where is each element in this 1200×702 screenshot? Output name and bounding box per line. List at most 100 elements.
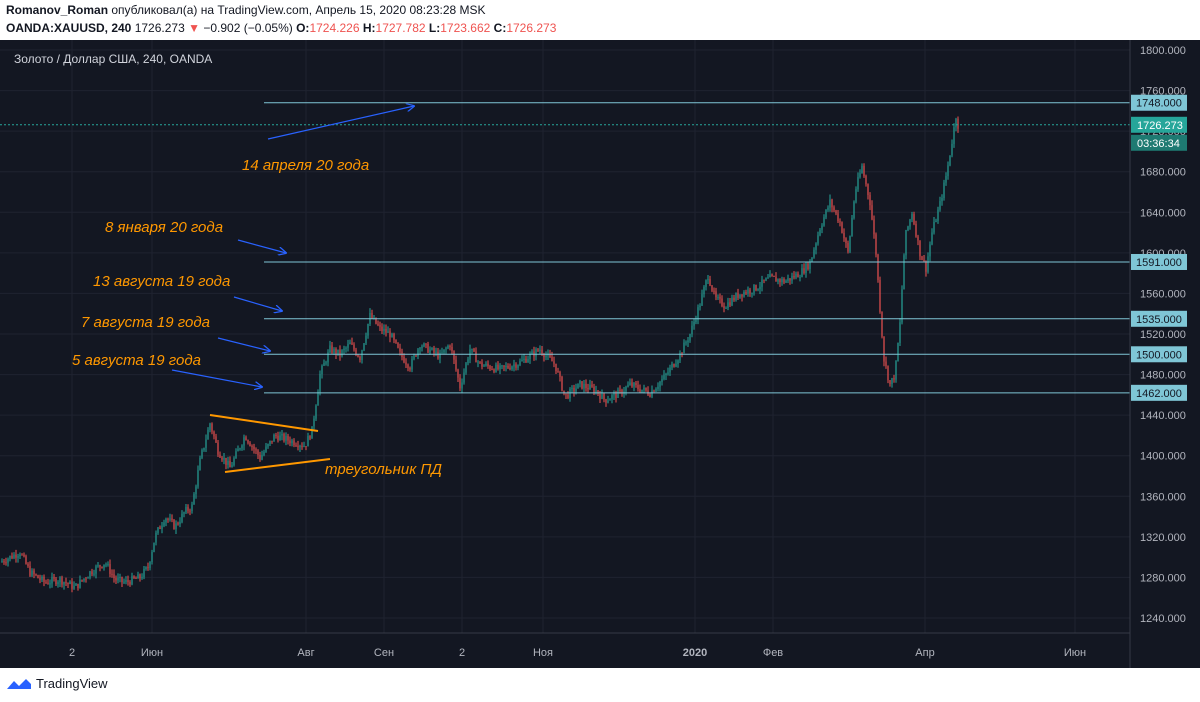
candle-body — [193, 494, 195, 505]
candle-body — [797, 273, 799, 278]
candle-body — [769, 274, 771, 278]
candle-body — [747, 289, 749, 294]
candle-body — [313, 418, 315, 427]
candle-body — [741, 294, 743, 297]
candle-body — [593, 386, 595, 393]
candle-body — [875, 234, 877, 255]
candle-body — [599, 393, 601, 399]
candle-body — [95, 566, 97, 574]
candle-body — [855, 189, 857, 202]
candle-body — [677, 360, 679, 364]
candle-body — [381, 326, 383, 332]
candle-body — [485, 363, 487, 366]
candle-body — [109, 564, 111, 574]
candle-body — [487, 363, 489, 367]
candle-body — [19, 554, 21, 557]
candle-body — [461, 382, 463, 389]
annotation-13-august: 13 августа 19 года — [93, 273, 230, 290]
candle-body — [869, 195, 871, 206]
candle-body — [581, 381, 583, 389]
candle-body — [209, 423, 211, 430]
candle-body — [105, 564, 107, 566]
candle-body — [129, 581, 131, 585]
open-label: O: — [296, 21, 310, 35]
candle-body — [263, 451, 265, 456]
candle-body — [901, 289, 903, 323]
candle-body — [199, 457, 201, 471]
price-tick-label: 1320.000 — [1140, 532, 1186, 544]
candle-body — [407, 364, 409, 369]
candle-body — [853, 201, 855, 218]
candle-body — [637, 385, 639, 390]
level-price-label: 1535.000 — [1136, 314, 1182, 326]
price-tick-label: 1280.000 — [1140, 572, 1186, 584]
candle-body — [539, 349, 541, 351]
candle-body — [311, 426, 313, 439]
candle-body — [45, 581, 47, 583]
candle-body — [333, 348, 335, 353]
price-chart[interactable]: 14 апреля 20 года 8 января 20 года 13 ав… — [0, 40, 1200, 668]
candle-body — [437, 351, 439, 359]
candle-body — [3, 561, 5, 563]
candle-body — [273, 435, 275, 442]
candle-body — [579, 381, 581, 384]
candle-body — [761, 279, 763, 287]
candle-body — [215, 436, 217, 443]
candle-body — [393, 334, 395, 340]
candle-body — [213, 431, 215, 437]
price-tick-label: 1480.000 — [1140, 370, 1186, 382]
time-tick-label: Ноя — [533, 647, 553, 659]
candle-body — [661, 379, 663, 382]
candle-body — [285, 435, 287, 441]
candle-body — [755, 284, 757, 291]
candle-body — [779, 279, 781, 283]
chart-panel[interactable]: 14 апреля 20 года 8 января 20 года 13 ав… — [0, 40, 1200, 668]
candle-body — [115, 578, 117, 581]
candle-body — [897, 342, 899, 361]
candle-body — [137, 574, 139, 579]
candle-body — [189, 510, 191, 512]
candle-body — [457, 369, 459, 378]
candle-body — [835, 210, 837, 214]
candle-body — [481, 362, 483, 367]
candle-body — [327, 352, 329, 363]
tradingview-icon — [7, 678, 31, 689]
candle-body — [551, 356, 553, 362]
candle-body — [441, 352, 443, 354]
candle-body — [799, 276, 801, 278]
candle-body — [899, 322, 901, 343]
candle-body — [949, 155, 951, 166]
candle-body — [553, 361, 555, 364]
arrow-5-august — [171, 369, 262, 387]
candle-body — [33, 570, 35, 575]
candle-body — [353, 344, 355, 350]
candle-body — [91, 571, 93, 575]
candle-body — [523, 358, 525, 360]
candle-body — [331, 345, 333, 353]
candle-body — [629, 382, 631, 386]
candle-body — [537, 349, 539, 351]
candle-body — [757, 289, 759, 291]
candle-body — [631, 382, 633, 387]
candle-body — [931, 232, 933, 245]
candle-body — [103, 564, 105, 568]
candle-body — [837, 213, 839, 222]
candle-body — [257, 450, 259, 456]
candle-body — [67, 583, 69, 585]
candle-body — [87, 577, 89, 579]
candle-body — [923, 259, 925, 261]
candle-body — [443, 349, 445, 353]
candle-body — [777, 279, 779, 282]
candle-body — [847, 242, 849, 252]
tradingview-logo[interactable]: TradingView — [6, 676, 108, 691]
level-price-label: 1500.000 — [1136, 349, 1182, 361]
candle-body — [935, 220, 937, 222]
candle-body — [559, 371, 561, 377]
candle-body — [89, 571, 91, 578]
candle-body — [823, 217, 825, 226]
candle-body — [649, 394, 651, 397]
candle-body — [573, 387, 575, 392]
arrow-14-april — [267, 106, 414, 140]
candle-body — [497, 364, 499, 370]
candle-body — [227, 460, 229, 465]
